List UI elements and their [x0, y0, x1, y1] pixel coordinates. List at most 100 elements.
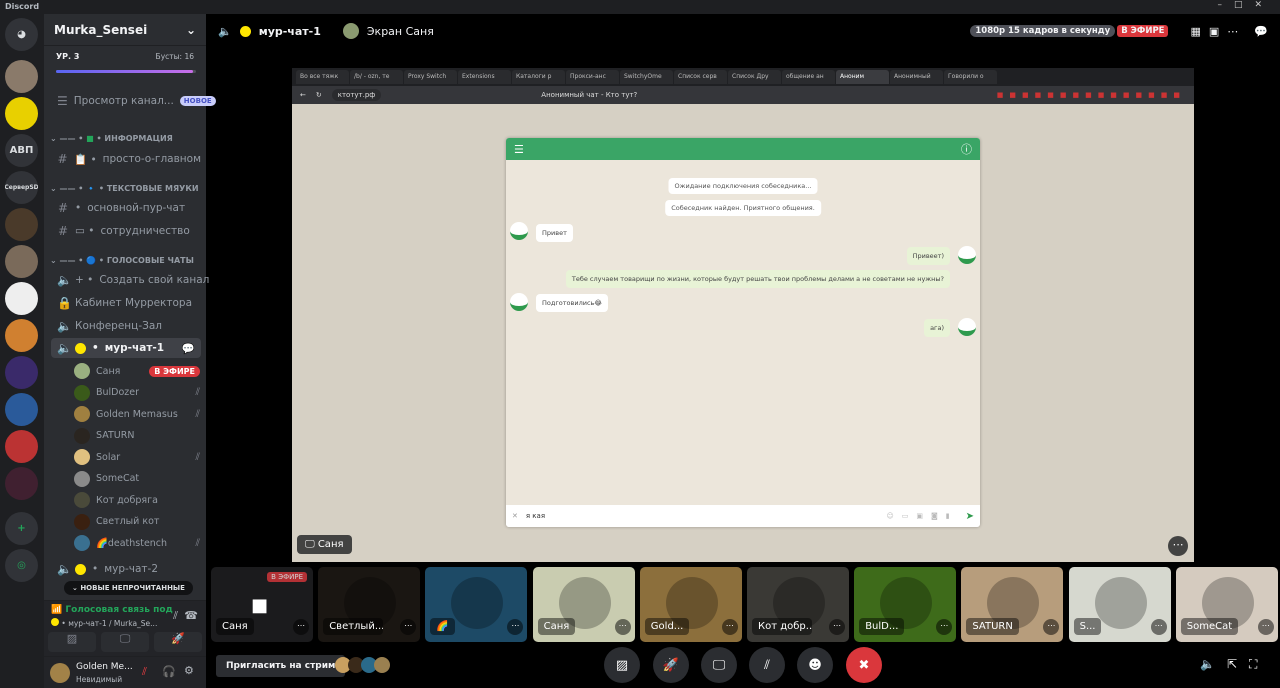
user-name[interactable]: Golden Me... — [76, 662, 133, 672]
participant-tile[interactable]: 🌈 ⋯ — [425, 567, 528, 642]
settings-gear-icon[interactable]: ⚙ — [184, 664, 194, 677]
activity-button[interactable]: 🚀 — [154, 632, 202, 652]
browser-tab[interactable]: /b/ - ozn, те — [350, 70, 403, 84]
channel-purr[interactable]: # • основной-пур-чат — [51, 198, 201, 218]
explore-icon[interactable]: ◎ — [5, 549, 38, 582]
server-icon[interactable] — [5, 393, 38, 426]
info-icon[interactable]: ⓘ — [961, 141, 972, 157]
participant-tile[interactable]: SomeCat ⋯ — [1175, 567, 1278, 642]
user-avatar[interactable] — [50, 663, 70, 683]
browse-channels[interactable]: ☰ Просмотр канал... НОВОЕ — [51, 91, 216, 111]
more-options-icon[interactable]: ⋯ — [1257, 619, 1274, 635]
more-options-icon[interactable]: ⋯ — [829, 619, 845, 635]
extension-icons[interactable]: ■■■■■■■■■■■■■■■ — [997, 91, 1186, 99]
participant-tile[interactable]: ■ В ЭФИРЕ Саня ⋯ — [211, 567, 313, 642]
discord-home-icon[interactable]: ◕ — [5, 18, 38, 51]
popout-icon[interactable]: ▣ — [1209, 25, 1219, 38]
channel-conf[interactable]: 🔈 Конференц-Зал — [51, 316, 201, 336]
participant-tile[interactable]: Кот добр... ⋯ — [747, 567, 849, 642]
send-icon[interactable]: ➤ — [966, 511, 974, 522]
server-icon[interactable] — [5, 282, 38, 315]
activity-button[interactable]: 🚀 — [653, 647, 689, 683]
server-icon[interactable] — [5, 467, 38, 500]
boosts-link[interactable]: Бусты: 16 — [156, 52, 194, 61]
soundboard-button[interactable]: ☻ — [797, 647, 833, 683]
voice-user[interactable]: Светлый кот — [74, 512, 200, 532]
headphones-icon[interactable]: 🎧 — [162, 665, 176, 678]
screen-share-button[interactable]: 🖵 — [101, 632, 149, 652]
browser-tab[interactable]: Анонимный — [890, 70, 943, 84]
browser-tab[interactable]: Прокси-анс — [566, 70, 619, 84]
voice-user[interactable]: BulDozer ⫽ — [74, 383, 200, 403]
browser-tab[interactable]: SwitchyOme — [620, 70, 673, 84]
camera-button[interactable]: ▨ — [48, 632, 96, 652]
more-options-icon[interactable]: ⋯ — [293, 619, 309, 635]
address-bar[interactable]: ктотут.рф — [331, 89, 382, 101]
voice-user[interactable]: Solar ⫽ — [74, 447, 200, 467]
server-icon[interactable] — [5, 356, 38, 389]
voice-location[interactable]: • мур-чат-1 / Murka_Se... — [51, 618, 157, 628]
browser-tab[interactable]: Во все тяжк — [296, 70, 349, 84]
server-icon[interactable]: СерверSD — [5, 171, 38, 204]
back-icon[interactable]: ← — [300, 91, 306, 99]
participant-tile[interactable]: Gold... ⋯ — [639, 567, 742, 642]
stop-stream-button[interactable]: ✖ — [846, 647, 882, 683]
more-icon[interactable]: ⋯ — [1227, 25, 1238, 38]
stream-more-button[interactable]: ⋯ — [1168, 536, 1188, 556]
server-icon[interactable] — [5, 245, 38, 278]
invite-to-stream-button[interactable]: Пригласить на стрим — [216, 655, 346, 677]
voice-connected-label[interactable]: 📶 Голосовая связь под — [51, 605, 173, 615]
channel-mur1[interactable]: 🔈 • мур-чат-1 💬 — [51, 338, 201, 358]
browser-tab[interactable]: Список Дру — [728, 70, 781, 84]
server-header[interactable]: Murka_Sensei ⌄ — [44, 14, 206, 46]
mic-muted-icon[interactable]: ⫽ — [142, 665, 147, 679]
add-server-icon[interactable]: + — [5, 512, 38, 545]
server-icon[interactable] — [5, 430, 38, 463]
voice-user[interactable]: Кот добряга — [74, 490, 200, 510]
category-text[interactable]: ⌄ —— • 🔹 • ТЕКСТОВЫЕ МЯУКИ — [50, 184, 199, 193]
stream-view[interactable]: Во все тяжк/b/ - ozn, те Proxy Switch Exte… — [292, 68, 1194, 562]
attachment-icons[interactable]: ☺▭▣◙▮ — [886, 512, 957, 520]
server-icon[interactable] — [5, 97, 38, 130]
participant-tile[interactable]: SATURN ⋯ — [961, 567, 1064, 642]
channel-cabinet[interactable]: 🔒 Кабинет Мурректора — [51, 293, 201, 313]
more-options-icon[interactable]: ⋯ — [721, 619, 738, 635]
viewer-avatars[interactable] — [335, 657, 390, 673]
server-icon[interactable] — [5, 208, 38, 241]
menu-icon[interactable]: ☰ — [514, 143, 524, 156]
mic-muted-button[interactable]: ⫽ — [749, 647, 785, 683]
server-icon[interactable]: АВП — [5, 134, 38, 167]
close-icon[interactable]: ✕ — [512, 512, 518, 520]
chat-bubble-icon[interactable]: 💬 — [1254, 25, 1268, 38]
voice-user[interactable]: Саня В ЭФИРЕ — [74, 361, 200, 381]
more-options-icon[interactable]: ⋯ — [1043, 619, 1060, 635]
volume-popout-fullscreen-icons[interactable]: 🔈⇱⛶ — [1200, 657, 1269, 672]
category-voice[interactable]: ⌄ —— • 🔵 • ГОЛОСОВЫЕ ЧАТЫ — [50, 256, 194, 265]
disconnect-icon[interactable]: ☎ — [184, 609, 198, 622]
camera-off-button[interactable]: ▨ — [604, 647, 640, 683]
participant-tile[interactable]: Светлый... ⋯ — [318, 567, 421, 642]
voice-user[interactable]: SATURN — [74, 426, 200, 446]
browser-tab[interactable]: Proxy Switch — [404, 70, 457, 84]
more-options-icon[interactable]: ⋯ — [614, 619, 631, 635]
browser-tab[interactable]: общение ан — [782, 70, 835, 84]
share-screen-button[interactable]: 🖵 — [701, 647, 737, 683]
participant-tile[interactable]: BulD... ⋯ — [854, 567, 957, 642]
channel-coop[interactable]: # ▭ • сотрудничество — [51, 221, 201, 241]
voice-user[interactable]: SomeCat — [74, 469, 200, 489]
category-info[interactable]: ⌄ —— • ■ • ИНФОРМАЦИЯ — [50, 134, 173, 143]
reload-icon[interactable]: ↻ — [316, 91, 322, 99]
voice-user[interactable]: Golden Memasus ⫽ — [74, 404, 200, 424]
participant-tile[interactable]: S... ⋯ — [1068, 567, 1171, 642]
browser-tab[interactable]: Аноним — [836, 70, 889, 84]
window-controls[interactable]: –□✕ — [1217, 0, 1274, 10]
noise-suppression-icon[interactable]: ⫽ — [173, 609, 178, 623]
server-icon[interactable] — [5, 319, 38, 352]
more-options-icon[interactable]: ⋯ — [1150, 619, 1167, 635]
grid-layout-icon[interactable]: ▦ — [1190, 25, 1200, 38]
channel-main[interactable]: # 📋 • просто-о-главном — [51, 149, 201, 169]
channel-mur2[interactable]: 🔈 • мур-чат-2 — [51, 559, 201, 579]
more-options-icon[interactable]: ⋯ — [400, 619, 417, 635]
browser-tab[interactable]: Каталоги р — [512, 70, 565, 84]
voice-user[interactable]: 🌈deathstench ⫽ — [74, 533, 200, 553]
